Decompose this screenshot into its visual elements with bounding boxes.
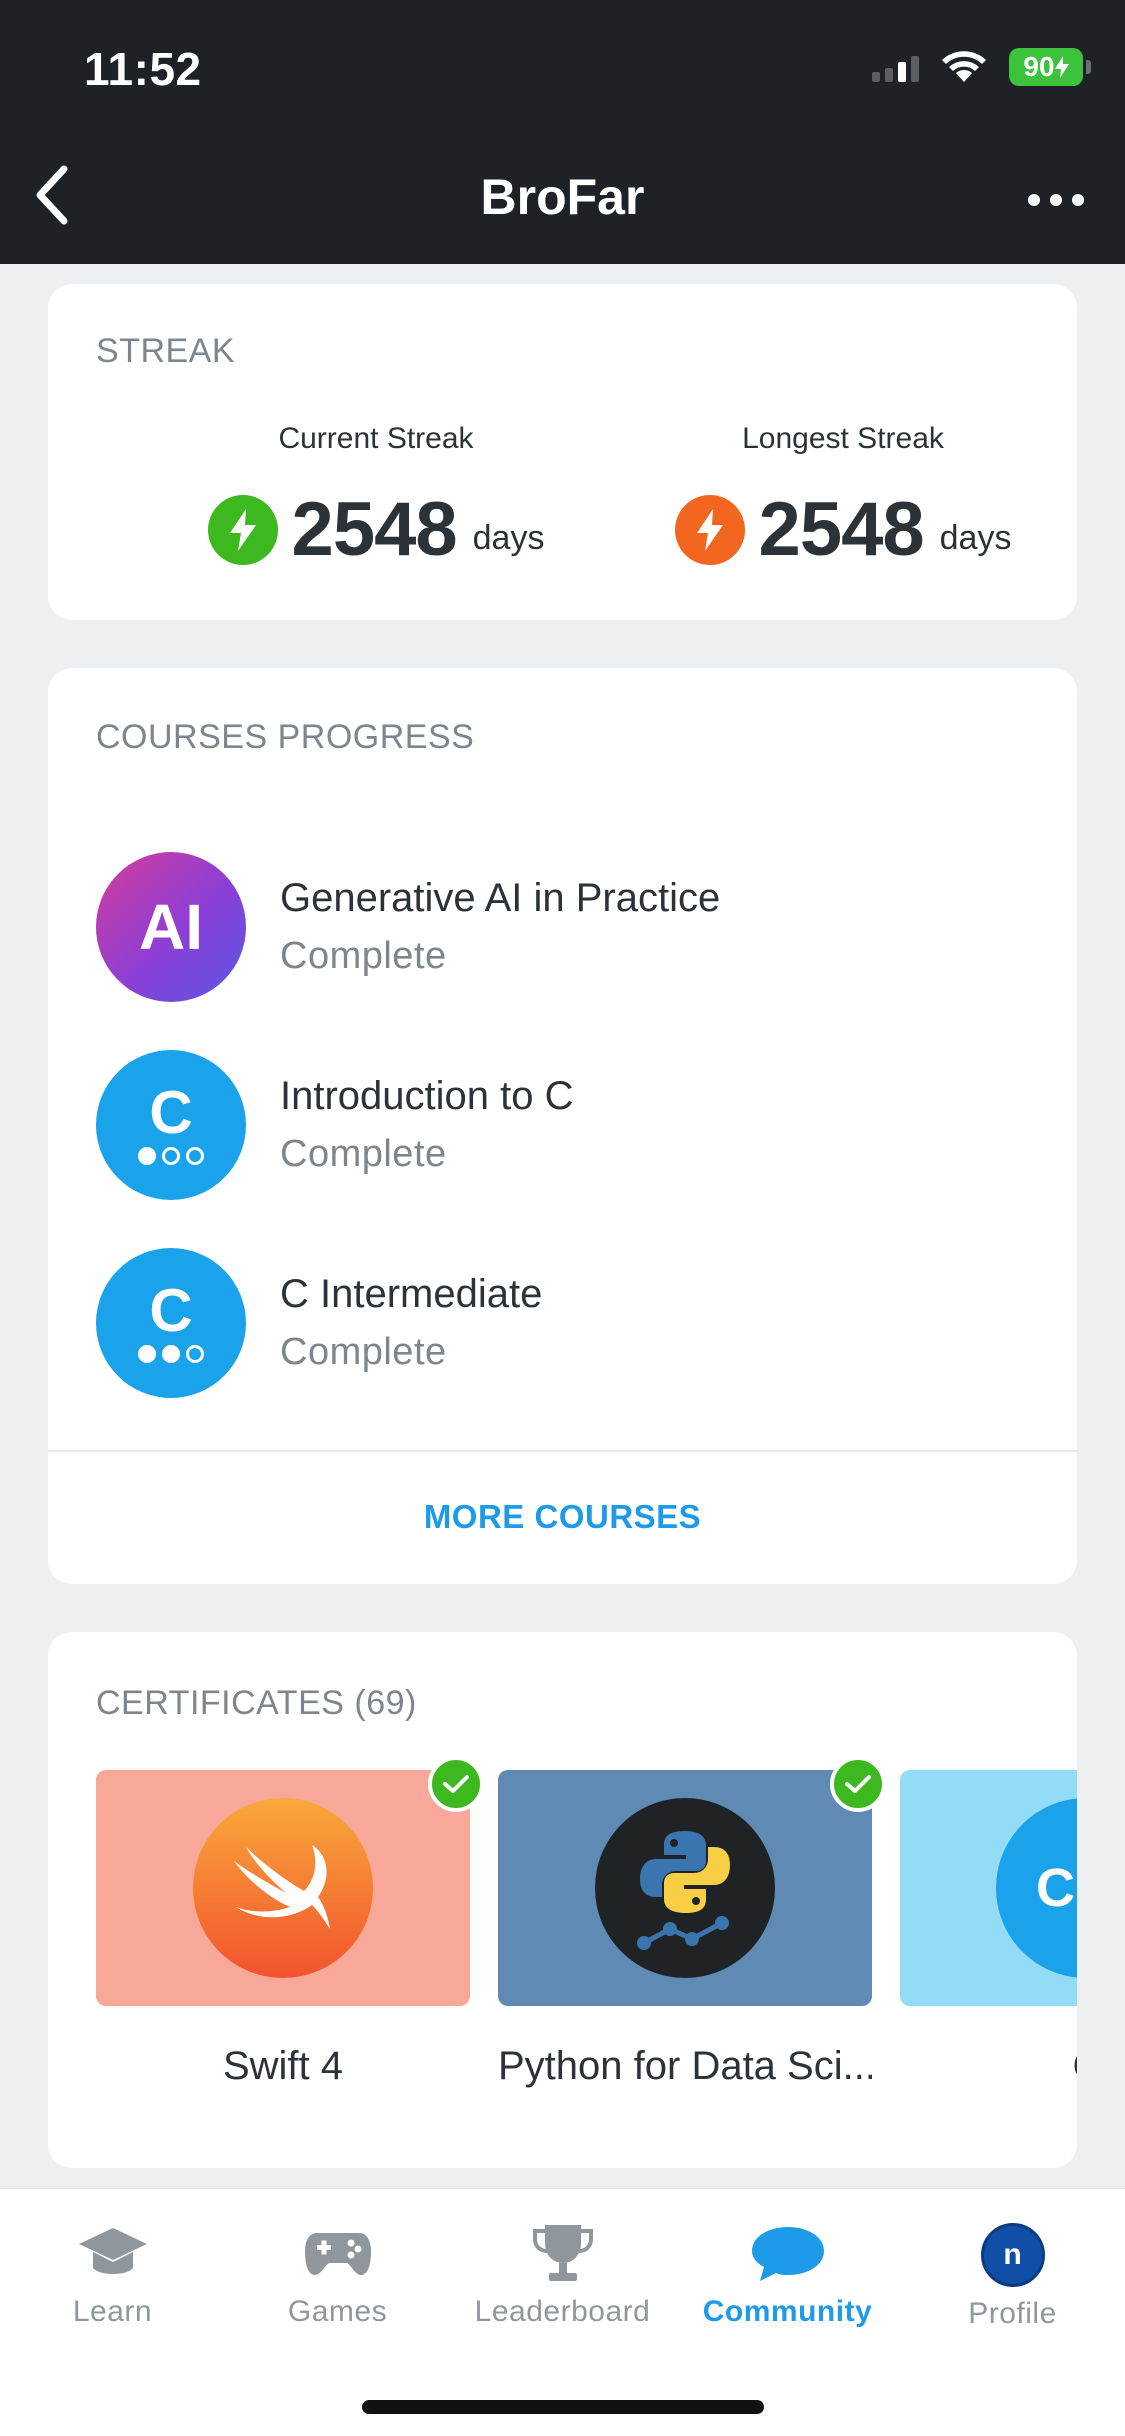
certificate-item[interactable]: Python for Data Sci... <box>498 1756 886 2089</box>
longest-streak-label: Longest Streak <box>742 422 944 455</box>
course-item[interactable]: C C Intermediate Complete <box>96 1248 996 1398</box>
level-dots-icon <box>138 1345 204 1363</box>
ai-course-icon: AI <box>96 852 246 1002</box>
lightning-icon <box>674 494 745 565</box>
streak-card: STREAK Current Streak 2548 days Longest … <box>48 284 1077 620</box>
status-time: 11:52 <box>84 43 202 95</box>
courses-progress-card: COURSES PROGRESS AI Generative AI in Pra… <box>48 668 1077 1584</box>
course-name: Generative AI in Practice <box>280 876 721 920</box>
tab-community[interactable]: Community <box>675 2189 900 2329</box>
battery-icon: 90 <box>1009 48 1091 86</box>
course-icon-text: C <box>149 1079 193 1146</box>
certificate-name: Python for Data Sci... <box>498 2044 872 2088</box>
certificate-name: C <box>900 2044 1077 2089</box>
swift-logo-icon <box>193 1798 373 1978</box>
current-streak-label: Current Streak <box>278 422 474 455</box>
c-course-icon: C <box>96 1248 246 1398</box>
tab-leaderboard[interactable]: Leaderboard <box>450 2189 675 2329</box>
lightning-icon <box>207 494 278 565</box>
gamepad-icon <box>303 2223 373 2285</box>
battery-level: 90 <box>1023 51 1055 82</box>
tab-learn[interactable]: Learn <box>0 2189 225 2329</box>
tab-profile[interactable]: n Profile <box>900 2189 1125 2330</box>
python-logo-icon <box>595 1798 775 1978</box>
certificate-name: Swift 4 <box>222 2044 344 2088</box>
more-courses-button[interactable]: MORE COURSES <box>48 1450 1077 1584</box>
current-streak: Current Streak 2548 days <box>176 422 576 573</box>
tab-label: Leaderboard <box>474 2295 651 2328</box>
more-dot-icon <box>1028 194 1040 206</box>
course-item[interactable]: AI Generative AI in Practice Complete <box>96 852 996 1002</box>
tab-label: Community <box>702 2295 873 2328</box>
avatar: n <box>980 2223 1045 2287</box>
courses-section-title: COURSES PROGRESS <box>96 718 475 756</box>
longest-streak-value: 2548 <box>758 487 925 572</box>
c-logo-icon: C <box>996 1798 1077 1978</box>
course-item[interactable]: C Introduction to C Complete <box>96 1050 996 1200</box>
course-status: Complete <box>280 1331 447 1373</box>
chat-bubble-icon <box>750 2223 826 2285</box>
course-status: Complete <box>280 1133 447 1175</box>
tab-bar: Learn Games Leaderboard Community n Prof… <box>0 2188 1125 2436</box>
longest-streak-unit: days <box>939 519 1012 557</box>
wifi-icon <box>942 51 986 82</box>
more-options-button[interactable] <box>1021 170 1091 230</box>
course-icon-text: C <box>149 1277 193 1344</box>
trophy-icon <box>531 2223 595 2285</box>
course-icon-text: AI <box>139 891 203 963</box>
top-bar: 11:52 90 BroFar <box>0 0 1125 264</box>
streak-section-title: STREAK <box>96 332 236 370</box>
current-streak-value: 2548 <box>291 487 458 572</box>
certificate-thumbnail <box>96 1756 484 2006</box>
page-title: BroFar <box>480 169 645 225</box>
level-dots-icon <box>138 1147 204 1165</box>
certificate-item[interactable]: C C <box>900 1770 1077 2089</box>
home-indicator <box>362 2400 764 2414</box>
certificate-thumbnail <box>498 1756 886 2006</box>
tab-label: Learn <box>72 2295 153 2328</box>
certificate-item[interactable]: Swift 4 <box>96 1756 484 2089</box>
c-course-icon: C <box>96 1050 246 1200</box>
checkmark-icon <box>830 1756 886 1812</box>
longest-streak: Longest Streak 2548 days <box>643 422 1043 573</box>
current-streak-unit: days <box>472 519 545 557</box>
certificates-section-title: CERTIFICATES (69) <box>96 1684 417 1722</box>
course-status: Complete <box>280 935 447 977</box>
certificate-icon-text: C <box>1036 1858 1075 1918</box>
certificates-card: CERTIFICATES (69) Swift 4 Python for Dat… <box>48 1632 1077 2168</box>
signal-icon <box>872 52 919 82</box>
charging-bolt-icon <box>1054 56 1069 78</box>
more-dot-icon <box>1072 194 1084 206</box>
more-dot-icon <box>1050 194 1062 206</box>
checkmark-icon <box>428 1756 484 1812</box>
course-name: C Intermediate <box>280 1272 543 1316</box>
graduation-cap-icon <box>77 2223 149 2285</box>
tab-games[interactable]: Games <box>225 2189 450 2329</box>
certificate-thumbnail: C <box>900 1770 1077 2006</box>
tab-label: Profile <box>968 2297 1057 2330</box>
tab-label: Games <box>287 2295 388 2328</box>
status-icons: 90 <box>872 48 1091 86</box>
course-name: Introduction to C <box>280 1074 574 1118</box>
